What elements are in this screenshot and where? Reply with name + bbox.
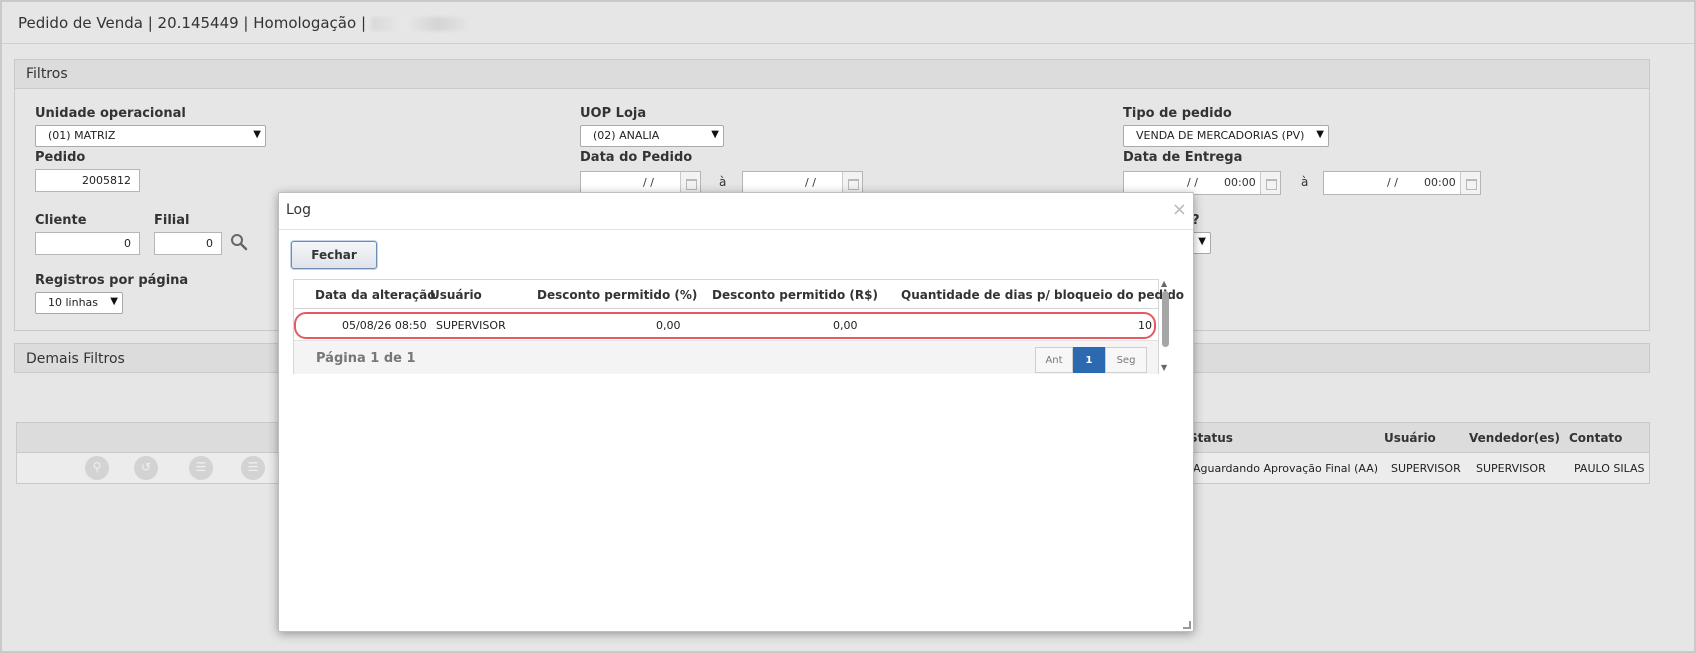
- log-header-divider: [294, 308, 1158, 309]
- scroll-up-icon[interactable]: ▲: [1161, 279, 1167, 288]
- uop-select-value: (02) ANALIA: [593, 129, 660, 142]
- range-separator: à: [719, 175, 727, 189]
- registros-select[interactable]: 10 linhas ▼: [35, 292, 123, 314]
- cliente-input[interactable]: 0: [35, 232, 140, 255]
- data-entrega-label: Data de Entrega: [1123, 150, 1243, 165]
- col-status[interactable]: Status: [1189, 431, 1233, 445]
- pagination-text: Página 1 de 1: [316, 351, 416, 366]
- data-entrega-to-input[interactable]: / / 00:00: [1323, 171, 1481, 195]
- modal-title: Log: [286, 202, 312, 218]
- range-separator: à: [1301, 175, 1309, 189]
- log-scrollbar[interactable]: ▲ ▼: [1161, 279, 1171, 375]
- log-row-desc-rs: 0,00: [833, 319, 858, 332]
- col-vendedores[interactable]: Vendedor(es): [1469, 431, 1560, 445]
- log-modal: Log × Fechar Data da alteração Usuário D…: [278, 192, 1194, 632]
- log-row-data: 05/08/26 08:50: [342, 319, 427, 332]
- calendar-icon[interactable]: [680, 172, 700, 194]
- log-pagination: Página 1 de 1 Ant 1 Seg: [294, 340, 1158, 374]
- calendar-icon[interactable]: [1460, 172, 1480, 194]
- data-pedido-to-value: / /: [805, 176, 816, 189]
- menu-icon[interactable]: ☰: [241, 456, 265, 480]
- pagination-prev-button[interactable]: Ant: [1035, 347, 1073, 373]
- fechar-button[interactable]: Fechar: [291, 241, 377, 269]
- row-contato: PAULO SILAS: [1574, 462, 1645, 475]
- page-title-text: Pedido de Venda | 20.145449 | Homologaçã…: [18, 14, 366, 32]
- log-row-usuario: SUPERVISOR: [436, 319, 506, 332]
- log-col-data[interactable]: Data da alteração: [315, 288, 436, 302]
- registros-select-value: 10 linhas: [48, 296, 99, 309]
- list-icon[interactable]: ☰: [189, 456, 213, 480]
- scroll-down-icon[interactable]: ▼: [1161, 363, 1167, 372]
- chevron-down-icon: ▼: [1316, 129, 1324, 140]
- uop-label: UOP Loja: [580, 106, 647, 121]
- tipo-select-value: VENDA DE MERCADORIAS (PV): [1136, 129, 1305, 142]
- log-row-dias: 10: [1138, 319, 1152, 332]
- log-row-desc-pct: 0,00: [656, 319, 681, 332]
- filial-label: Filial: [154, 213, 190, 228]
- table-row[interactable]: 05/08/26 08:50 SUPERVISOR 0,00 0,00 10: [294, 312, 1156, 339]
- row-status: Aguardando Aprovação Final (AA): [1193, 462, 1379, 475]
- uop-select[interactable]: (02) ANALIA ▼: [580, 125, 724, 147]
- data-entrega-to-time: 00:00: [1424, 176, 1456, 189]
- data-pedido-label: Data do Pedido: [580, 150, 693, 165]
- tipo-select[interactable]: VENDA DE MERCADORIAS (PV) ▼: [1123, 125, 1329, 147]
- log-table: Data da alteração Usuário Desconto permi…: [293, 279, 1184, 374]
- unidade-select[interactable]: (01) MATRIZ ▼: [35, 125, 266, 147]
- row-vendedor: SUPERVISOR: [1476, 462, 1546, 475]
- modal-divider: [279, 229, 1193, 230]
- filial-input[interactable]: 0: [154, 232, 222, 255]
- history-icon[interactable]: ↺: [134, 456, 158, 480]
- unidade-label: Unidade operacional: [35, 106, 186, 121]
- filters-panel-title: Filtros: [15, 60, 1649, 89]
- header-divider: [2, 43, 1694, 44]
- redacted-environment: [370, 16, 471, 31]
- scrollbar-thumb[interactable]: [1162, 291, 1169, 347]
- pedido-input[interactable]: 2005812: [35, 169, 140, 192]
- cliente-label: Cliente: [35, 213, 87, 228]
- pagination-next-button[interactable]: Seg: [1105, 347, 1147, 373]
- chevron-down-icon: ▼: [1198, 236, 1206, 247]
- data-pedido-from-value: / /: [643, 176, 654, 189]
- log-col-usuario[interactable]: Usuário: [430, 288, 482, 302]
- pedido-label: Pedido: [35, 150, 86, 165]
- calendar-icon[interactable]: [842, 172, 862, 194]
- pagination-page-button[interactable]: 1: [1073, 347, 1105, 373]
- chevron-down-icon: ▼: [110, 296, 118, 307]
- log-col-desc-pct[interactable]: Desconto permitido (%): [537, 288, 697, 302]
- log-row-desc-pct-value: 0,00: [656, 319, 681, 332]
- page-title: Pedido de Venda | 20.145449 | Homologaçã…: [18, 14, 471, 32]
- row-usuario: SUPERVISOR: [1391, 462, 1461, 475]
- chevron-down-icon: ▼: [711, 129, 719, 140]
- close-icon[interactable]: ×: [1172, 201, 1187, 219]
- data-entrega-from-time: 00:00: [1224, 176, 1256, 189]
- col-contato[interactable]: Contato: [1569, 431, 1622, 445]
- calendar-icon[interactable]: [1260, 172, 1280, 194]
- log-col-dias[interactable]: Quantidade de dias p/ bloqueio do pedido: [901, 288, 1184, 302]
- search-icon[interactable]: [230, 233, 248, 255]
- resize-handle-icon[interactable]: [1183, 621, 1191, 629]
- data-entrega-to-value: / /: [1387, 176, 1398, 189]
- chevron-down-icon: ▼: [253, 129, 261, 140]
- tipo-label: Tipo de pedido: [1123, 106, 1232, 121]
- data-entrega-from-value: / /: [1187, 176, 1198, 189]
- registros-label: Registros por página: [35, 273, 189, 288]
- view-icon[interactable]: ⚲: [85, 456, 109, 480]
- unidade-select-value: (01) MATRIZ: [48, 129, 116, 142]
- log-col-desc-rs[interactable]: Desconto permitido (R$): [712, 288, 878, 302]
- col-usuario[interactable]: Usuário: [1384, 431, 1436, 445]
